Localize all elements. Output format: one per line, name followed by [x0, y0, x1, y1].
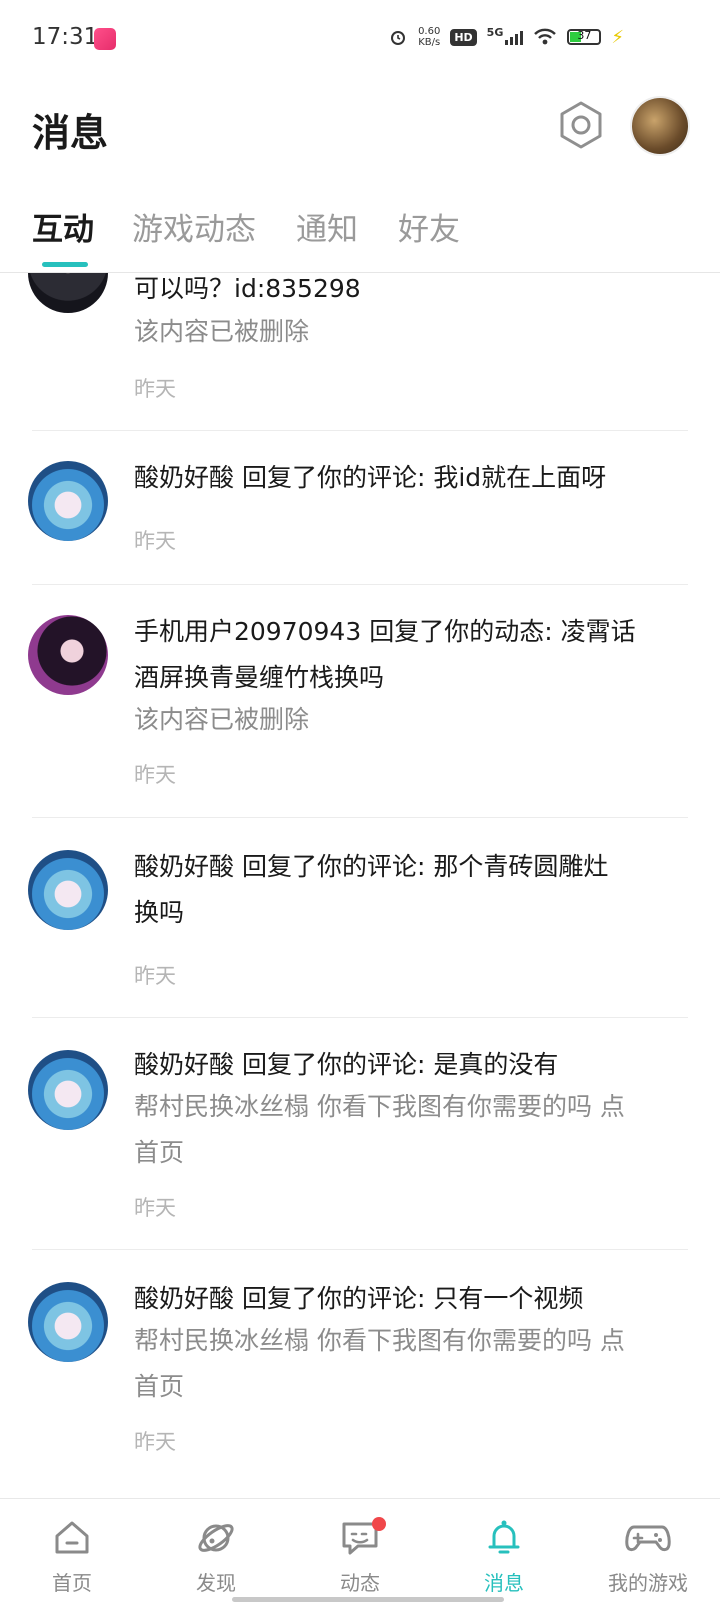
wifi-icon	[534, 28, 557, 45]
message-text: 酸奶好酸 回复了你的评论: 我id就在上面呀	[134, 463, 607, 492]
list-item[interactable]: 手机用户20970943 回复了你的动态: 凌霄话 酒屏换青曼缠竹栈换吗 该内容…	[0, 585, 720, 818]
message-time: 昨天	[134, 964, 176, 988]
network-type: 5G	[486, 26, 504, 39]
user-avatar[interactable]	[632, 98, 688, 154]
home-icon	[55, 1521, 89, 1554]
bottom-nav: 首页 发现 动态 消息 我的游戏	[0, 1498, 720, 1606]
message-text-line2: 换吗	[134, 898, 185, 927]
list-item[interactable]: 酸奶好酸 回复了你的评论: 只有一个视频 帮村民换冰丝榻 你看下我图有你需要的吗…	[0, 1250, 720, 1498]
nav-feed-label: 动态	[340, 1571, 380, 1595]
message-quote: 该内容已被删除	[134, 317, 310, 346]
nav-messages[interactable]: 消息	[432, 1499, 576, 1606]
bell-icon	[488, 1520, 520, 1554]
avatar[interactable]	[28, 461, 108, 541]
hd-badge: HD	[450, 28, 477, 46]
avatar[interactable]	[28, 850, 108, 930]
avatar[interactable]	[28, 1050, 108, 1130]
net-speed-value: 0.60	[418, 26, 441, 37]
nav-home-label: 首页	[52, 1571, 92, 1595]
nav-feed[interactable]: 动态	[288, 1499, 432, 1606]
signal: 5G	[486, 26, 524, 45]
gamepad-icon	[625, 1525, 671, 1552]
home-indicator[interactable]	[232, 1597, 504, 1602]
status-icons: 0.60 KB/s HD 5G 37 ⚡	[388, 26, 624, 48]
net-speed-unit: KB/s	[418, 37, 441, 48]
list-item[interactable]: 酸奶好酸 回复了你的评论: 我id就在上面呀 昨天	[0, 431, 720, 584]
planet-icon	[198, 1524, 234, 1552]
nav-discover-label: 发现	[196, 1571, 236, 1595]
app-notification-icon	[94, 28, 116, 50]
notification-dot	[372, 1517, 386, 1531]
message-time: 昨天	[134, 1196, 176, 1220]
message-text: 酸奶好酸 回复了你的评论: 只有一个视频	[134, 1284, 584, 1313]
message-quote-line2: 首页	[134, 1138, 185, 1167]
nav-discover[interactable]: 发现	[144, 1499, 288, 1606]
signal-icon	[505, 29, 524, 45]
alarm-icon	[391, 31, 406, 45]
message-quote-line2: 首页	[134, 1372, 185, 1401]
message-text: 可以吗？id:835298	[134, 274, 361, 303]
tab-notifications[interactable]: 通知	[296, 204, 358, 249]
tab-indicator	[42, 262, 88, 267]
message-time: 昨天	[134, 529, 176, 553]
page-title: 消息	[32, 111, 109, 155]
avatar[interactable]	[28, 615, 108, 695]
nav-my-games-label: 我的游戏	[608, 1571, 688, 1595]
status-time: 17:31	[32, 24, 99, 50]
battery-icon: 37	[567, 29, 602, 45]
net-speed: 0.60 KB/s	[418, 26, 440, 48]
list-item[interactable]: 可以吗？id:835298 该内容已被删除 昨天	[0, 273, 720, 430]
message-text: 酸奶好酸 回复了你的评论: 是真的没有	[134, 1050, 559, 1079]
message-time: 昨天	[134, 1430, 176, 1454]
status-bar: 17:31 0.60 KB/s HD 5G 37 ⚡	[0, 0, 720, 80]
message-time: 昨天	[134, 377, 176, 401]
list-item[interactable]: 酸奶好酸 回复了你的评论: 是真的没有 帮村民换冰丝榻 你看下我图有你需要的吗 …	[0, 1018, 720, 1250]
settings-icon[interactable]	[556, 100, 606, 150]
message-quote: 该内容已被删除	[134, 705, 310, 734]
message-text-line2: 酒屏换青曼缠竹栈换吗	[134, 663, 385, 692]
tab-bar: 互动 游戏动态 通知 好友	[0, 190, 720, 273]
nav-messages-label: 消息	[484, 1571, 524, 1595]
message-text-line1: 手机用户20970943 回复了你的动态: 凌霄话	[134, 617, 636, 646]
charging-icon: ⚡	[611, 26, 624, 48]
tab-game-updates[interactable]: 游戏动态	[132, 204, 256, 249]
avatar[interactable]	[28, 1282, 108, 1362]
message-quote-line1: 帮村民换冰丝榻 你看下我图有你需要的吗 点	[134, 1092, 625, 1121]
header: 消息	[0, 80, 720, 180]
message-time: 昨天	[134, 763, 176, 787]
nav-my-games[interactable]: 我的游戏	[576, 1499, 720, 1606]
nav-home[interactable]: 首页	[0, 1499, 144, 1606]
message-text-line1: 酸奶好酸 回复了你的评论: 那个青砖圆雕灶	[134, 852, 609, 881]
tab-friends[interactable]: 好友	[398, 204, 460, 249]
message-list: 可以吗？id:835298 该内容已被删除 昨天 酸奶好酸 回复了你的评论: 我…	[0, 273, 720, 1498]
list-item[interactable]: 酸奶好酸 回复了你的评论: 那个青砖圆雕灶 换吗 昨天	[0, 818, 720, 1018]
battery-level: 37	[577, 29, 592, 42]
message-quote-line1: 帮村民换冰丝榻 你看下我图有你需要的吗 点	[134, 1326, 625, 1355]
tab-interaction[interactable]: 互动	[32, 204, 94, 249]
avatar[interactable]	[28, 273, 108, 313]
